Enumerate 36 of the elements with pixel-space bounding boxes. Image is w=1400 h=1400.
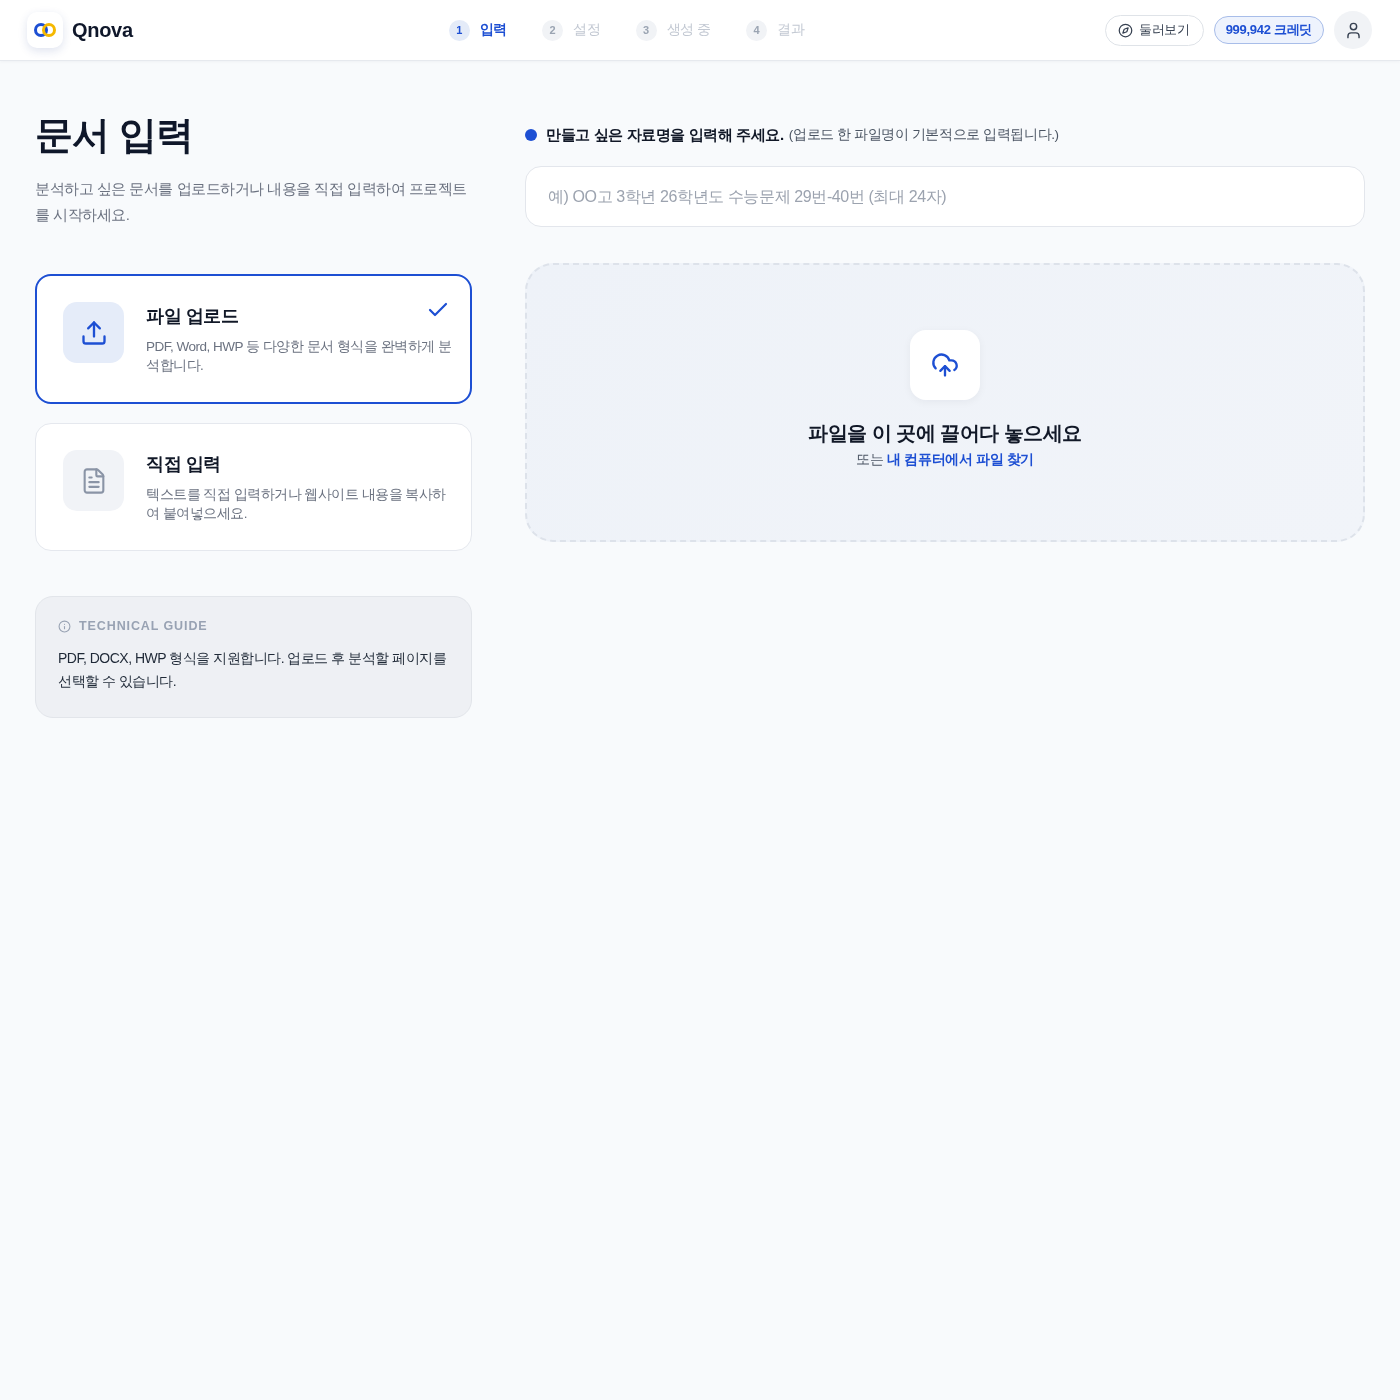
drop-title: 파일을 이 곳에 끌어다 놓으세요 <box>808 421 1082 446</box>
step-number: 3 <box>635 19 657 41</box>
credits-button[interactable]: 999,942 크레딧 <box>1213 16 1324 44</box>
field-hint: (업로드 한 파일명이 기본적으로 입력됩니다.) <box>788 126 1059 144</box>
guide-text: PDF, DOCX, HWP 형식을 지원합니다. 업로드 후 분석할 페이지를 선택할 수 있습니다. <box>58 649 448 691</box>
upload-icon <box>79 318 108 347</box>
compass-icon <box>1117 22 1133 38</box>
brand-name: Qnova <box>72 18 133 42</box>
step-label: 입력 <box>479 21 508 39</box>
tour-button[interactable]: 둘러보기 <box>1104 14 1204 46</box>
logo-icon <box>33 22 57 38</box>
guide-heading: TECHNICAL GUIDE <box>79 619 208 633</box>
mode-description: 텍스트를 직접 입력하거나 웹사이트 내용을 복사하여 붙여넣으세요. <box>146 486 447 523</box>
field-label: 만들고 싶은 자료명을 입력해 주세요. <box>546 125 784 145</box>
page-description: 분석하고 싶은 문서를 업로드하거나 내용을 직접 입력하여 프로젝트를 시작하세요. <box>35 179 468 225</box>
mode-description: PDF, Word, HWP 등 다양한 문서 형식을 완벽하게 분석합니다. <box>146 338 452 375</box>
step-label: 설정 <box>573 21 601 39</box>
cloud-upload-icon <box>931 351 959 379</box>
step-number: 2 <box>542 19 564 41</box>
info-icon <box>58 619 71 633</box>
step-label: 생성 중 <box>666 21 712 39</box>
step-tab[interactable]: 1 입력 <box>448 19 508 41</box>
mode-title: 파일 업로드 <box>146 305 239 328</box>
browse-files-link[interactable]: 내 컴퓨터에서 파일 찾기 <box>887 451 1034 469</box>
mode-card[interactable]: 파일 업로드 PDF, Word, HWP 등 다양한 문서 형식을 완벽하게 분석합니다. <box>35 274 472 404</box>
profile-button[interactable] <box>1334 11 1372 49</box>
file-drop-zone[interactable]: 파일을 이 곳에 끌어다 놓으세요 또는 내 컴퓨터에서 파일 찾기 <box>525 263 1365 542</box>
drop-prefix: 또는 <box>856 451 884 469</box>
mode-title: 직접 입력 <box>146 453 221 476</box>
step-label: 결과 <box>777 21 805 39</box>
page-title: 문서 입력 <box>35 113 194 158</box>
title-input-field[interactable]: 예) OO고 3학년 26학년도 수능문제 29번-40번 (최대 24자) <box>525 166 1365 227</box>
mode-card[interactable]: 직접 입력 텍스트를 직접 입력하거나 웹사이트 내용을 복사하여 붙여넣으세요. <box>35 423 472 551</box>
step-number: 4 <box>746 19 768 41</box>
status-dot-icon <box>525 129 537 141</box>
step-number: 1 <box>448 19 470 41</box>
